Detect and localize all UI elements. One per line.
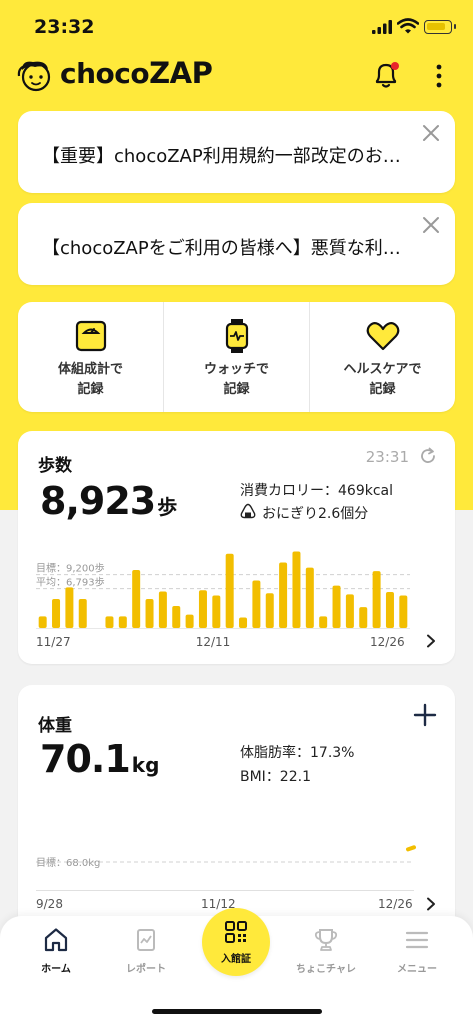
step-bar — [212, 595, 221, 628]
record-button-label: ヘルスケアで 記録 — [343, 362, 422, 397]
notice-card[interactable]: 【重要】chocoZAP利用規約一部改定のお… — [18, 111, 455, 193]
wifi-icon — [397, 18, 419, 34]
average-label: 平均：6,793歩 — [36, 576, 105, 589]
tab-label: ホーム — [41, 964, 71, 975]
step-bar — [332, 585, 341, 628]
step-bar — [319, 616, 328, 628]
record-healthcare-button[interactable]: ヘルスケアで 記録 — [310, 302, 455, 412]
step-bar — [65, 587, 74, 628]
qr-code-icon — [225, 921, 247, 943]
step-bar — [292, 551, 301, 628]
x-tick-label: 12/26 — [370, 635, 405, 649]
tab-label: ちょこチャレ — [296, 964, 356, 975]
status-time: 23:32 — [34, 16, 95, 38]
weight-line-chart: 目標：68.0kg9/28 11/12 12/26 — [36, 845, 416, 911]
step-bar — [118, 616, 127, 628]
step-bar — [385, 592, 394, 628]
hamburger-menu-icon — [405, 931, 429, 949]
step-bar — [172, 605, 181, 628]
step-bar — [105, 616, 114, 628]
step-bar — [198, 590, 207, 628]
home-indicator — [152, 1009, 322, 1014]
chocozap-logo: chocoZAP — [60, 56, 213, 90]
chevron-right-icon[interactable] — [425, 897, 437, 911]
step-bar — [78, 599, 87, 628]
steps-card[interactable]: 歩数 23:31 8,923 歩 消費カロリー：469kcal おにぎり2.6個分… — [18, 431, 455, 664]
checkin-label: 入館証 — [221, 954, 251, 965]
home-icon — [44, 928, 68, 952]
status-bar: 23:32 — [0, 0, 473, 54]
weight-card[interactable]: 体重 70.1 kg 体脂肪率：17.3% BMI：22.1 目標：68.0kg 9… — [18, 685, 455, 945]
notification-bell-icon[interactable] — [372, 60, 400, 90]
more-options-icon[interactable] — [432, 62, 446, 90]
record-buttons-panel: 体組成計で 記録 ウォッチで 記録 ヘルスケアで 記録 — [18, 302, 455, 412]
checkin-button[interactable]: 入館証 — [202, 908, 270, 976]
step-bar — [399, 595, 408, 628]
step-bar — [305, 567, 314, 628]
cellular-signal-icon — [372, 20, 392, 34]
step-bar — [279, 562, 288, 628]
step-bar — [185, 614, 194, 628]
step-bar — [239, 617, 248, 628]
notice-text: 【chocoZAPをご利用の皆様へ】悪質な利… — [42, 238, 401, 259]
record-button-label: ウォッチで 記録 — [203, 362, 269, 397]
notification-badge — [391, 62, 399, 70]
app-header: chocoZAP — [0, 54, 473, 106]
trophy-icon — [314, 929, 338, 951]
tab-choco-challenge[interactable]: ちょこチャレ — [286, 926, 366, 975]
step-bar — [158, 591, 167, 628]
tab-home[interactable]: ホーム — [16, 926, 96, 975]
record-watch-button[interactable]: ウォッチで 記録 — [164, 302, 310, 412]
record-body-composition-button[interactable]: 体組成計で 記録 — [18, 302, 164, 412]
tab-menu[interactable]: メニュー — [377, 926, 457, 975]
close-icon[interactable] — [421, 215, 441, 235]
weight-line — [406, 845, 416, 852]
report-icon — [137, 929, 155, 951]
step-bar — [52, 599, 61, 628]
scale-icon — [75, 320, 106, 352]
step-bar — [359, 607, 368, 628]
notice-text: 【重要】chocoZAP利用規約一部改定のお… — [42, 146, 401, 167]
heart-icon — [366, 322, 399, 351]
step-bar — [145, 599, 154, 628]
x-tick-label: 11/27 — [36, 635, 71, 649]
step-bar — [252, 580, 261, 628]
battery-icon — [424, 20, 456, 34]
goal-label: 目標：9,200歩 — [36, 562, 105, 575]
steps-bar-chart: 目標：9,200歩平均：6,793歩 11/27 12/11 12/26 — [36, 551, 410, 649]
step-bar — [225, 553, 234, 628]
record-button-label: 体組成計で 記録 — [57, 362, 123, 397]
mascot-logo-icon — [17, 61, 51, 92]
goal-label: 目標：68.0kg — [36, 856, 100, 869]
tab-label: レポート — [126, 964, 166, 975]
step-bar — [132, 570, 141, 628]
watch-icon — [225, 319, 248, 353]
logo-text-choco: choco — [60, 57, 150, 90]
step-bar — [372, 571, 381, 628]
x-tick-label: 12/11 — [196, 635, 231, 649]
logo-text-zap: ZAP — [149, 56, 213, 90]
close-icon[interactable] — [421, 123, 441, 143]
step-bar — [345, 594, 354, 628]
step-bar — [265, 593, 274, 628]
chevron-right-icon[interactable] — [425, 634, 437, 648]
x-tick-label: 12/26 — [378, 897, 413, 911]
tab-label: メニュー — [397, 964, 437, 975]
step-bar — [38, 616, 47, 628]
tab-report[interactable]: レポート — [106, 926, 186, 975]
x-tick-label: 9/28 — [36, 897, 63, 911]
notice-card[interactable]: 【chocoZAPをご利用の皆様へ】悪質な利… — [18, 203, 455, 285]
